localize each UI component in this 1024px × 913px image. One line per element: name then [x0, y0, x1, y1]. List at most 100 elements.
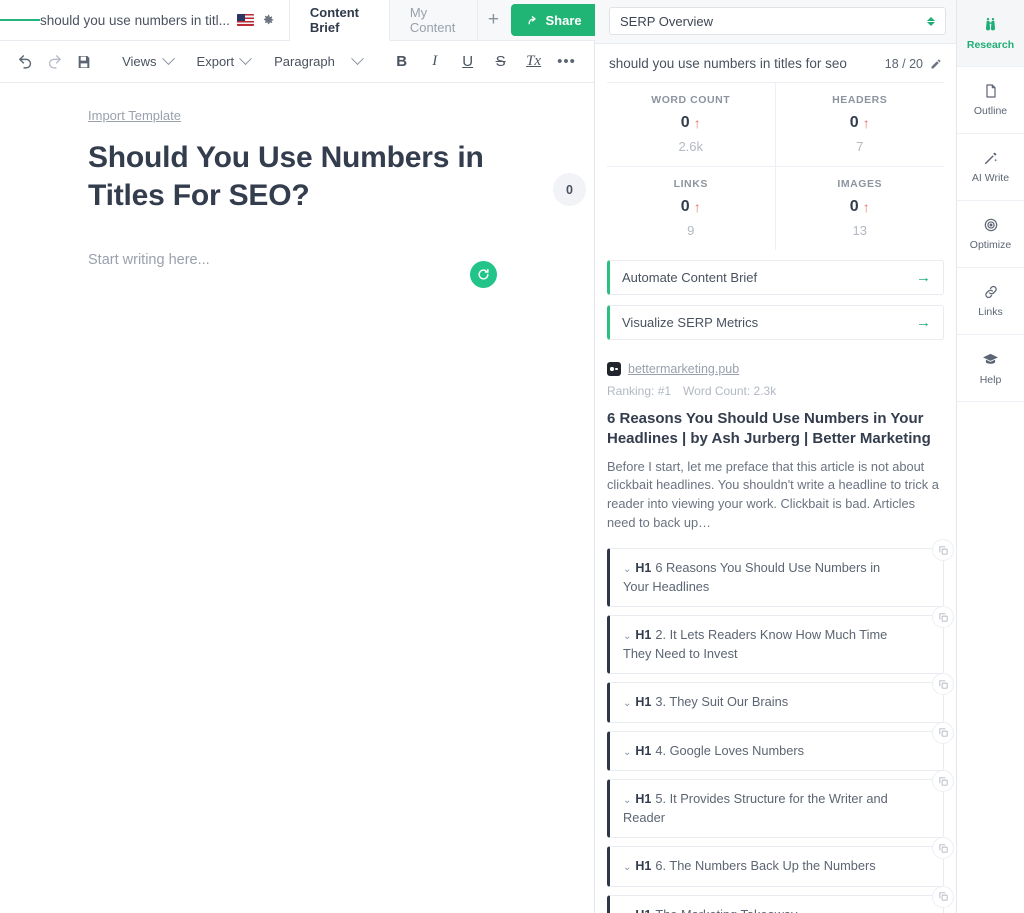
- serp-metrics-grid: WORD COUNT 0 ↑ 2.6k HEADERS 0 ↑ 7 LINKS …: [607, 82, 944, 250]
- copy-icon[interactable]: [932, 721, 954, 744]
- result-domain-row: bettermarketing.pub: [607, 362, 944, 376]
- chevron-down-icon[interactable]: ⌄: [623, 795, 631, 806]
- strikethrough-button[interactable]: S: [485, 47, 516, 77]
- heading-item[interactable]: ⌄H1The Marketing Takeaway: [607, 885, 954, 913]
- heading-text: 6 Reasons You Should Use Numbers in Your…: [623, 560, 881, 594]
- tab-content-brief[interactable]: Content Brief: [289, 0, 390, 41]
- rail-item-research[interactable]: Research: [957, 0, 1024, 67]
- panel-header: SERP Overview: [595, 0, 956, 44]
- document-title[interactable]: should you use numbers in titl...: [40, 13, 230, 28]
- heading-item[interactable]: ⌄ H1 6 Reasons You Should Use Numbers in Y…: [607, 539, 954, 608]
- result-snippet: Before I start, let me preface that this…: [607, 458, 939, 530]
- chevron-down-icon[interactable]: ⌄: [623, 698, 631, 709]
- result-meta: Ranking: #1 Word Count: 2.3k: [607, 384, 944, 398]
- us-flag-icon[interactable]: [236, 14, 254, 26]
- underline-button[interactable]: U: [452, 47, 483, 77]
- import-template-link[interactable]: Import Template: [88, 108, 181, 123]
- copy-icon[interactable]: [932, 606, 954, 629]
- rail-item-help[interactable]: Help: [957, 335, 1024, 402]
- keyword-score: 18 / 20: [884, 56, 923, 71]
- heading-text: 4. Google Loves Numbers: [655, 742, 805, 758]
- copy-icon[interactable]: [932, 837, 954, 860]
- result-word-count: Word Count: 2.3k: [683, 384, 777, 398]
- heading-text: 2. It Lets Readers Know How Much Time Th…: [623, 627, 888, 661]
- select-arrows-icon: [927, 16, 935, 26]
- action-label: Automate Content Brief: [622, 270, 758, 285]
- rail-label: Outline: [973, 105, 1008, 117]
- chevron-down-icon[interactable]: ⌄: [623, 747, 631, 758]
- heading-item[interactable]: ⌄ H1 4. Google Loves Numbers: [607, 721, 954, 772]
- views-menu[interactable]: Views: [111, 47, 183, 77]
- rail-item-optimize[interactable]: Optimize: [957, 201, 1024, 268]
- content-score-bubble[interactable]: 0: [553, 173, 586, 206]
- copy-icon[interactable]: [932, 770, 954, 793]
- undo-icon[interactable]: [12, 47, 39, 77]
- add-tab-button[interactable]: +: [478, 0, 508, 40]
- chevron-down-icon[interactable]: ⌄: [623, 564, 631, 575]
- metric-images: IMAGES 0 ↑ 13: [776, 167, 945, 250]
- metric-label: LINKS: [673, 178, 708, 190]
- metric-value: 0: [849, 114, 859, 131]
- chain-link-icon: [983, 284, 999, 300]
- italic-button[interactable]: I: [419, 47, 450, 77]
- document-icon: [983, 83, 999, 99]
- serp-view-select[interactable]: SERP Overview: [609, 7, 946, 35]
- rail-item-outline[interactable]: Outline: [957, 67, 1024, 134]
- rail-label: Research: [966, 38, 1015, 51]
- heading-item[interactable]: ⌄ H1 3. They Suit Our Brains: [607, 673, 954, 723]
- heading-text: 3. They Suit Our Brains: [655, 694, 789, 710]
- paragraph-label: Paragraph: [274, 54, 335, 69]
- copy-icon[interactable]: [932, 885, 954, 908]
- right-nav-rail: Research Outline AI Write Optimize Links…: [957, 0, 1024, 913]
- automate-content-brief-card[interactable]: Automate Content Brief →: [607, 260, 944, 295]
- metric-label: HEADERS: [832, 94, 888, 106]
- share-button[interactable]: Share: [510, 4, 598, 36]
- hamburger-menu-icon[interactable]: [0, 0, 40, 40]
- document-heading[interactable]: Should You Use Numbers in Titles For SEO…: [88, 139, 488, 216]
- rail-label: Links: [978, 306, 1003, 318]
- document-canvas[interactable]: 0 Import Template Should You Use Numbers…: [0, 83, 594, 913]
- visualize-serp-metrics-card[interactable]: Visualize SERP Metrics →: [607, 305, 944, 340]
- bold-button[interactable]: B: [386, 47, 417, 77]
- rail-label: Help: [979, 373, 1002, 386]
- heading-item[interactable]: ⌄ H1 2. It Lets Readers Know How Much Time…: [607, 606, 954, 675]
- chevron-down-icon: [351, 52, 364, 66]
- metric-value-group: 0 ↑: [780, 198, 941, 216]
- redo-icon[interactable]: [41, 47, 68, 77]
- heading-item[interactable]: ⌄ H1 5. It Provides Structure for the Writ…: [607, 770, 954, 839]
- metric-links: LINKS 0 ↑ 9: [607, 167, 776, 250]
- export-label: Export: [196, 54, 235, 69]
- graduation-cap-icon: [982, 351, 999, 368]
- regenerate-icon[interactable]: [470, 261, 497, 288]
- heading-text: The Marketing Takeaway: [655, 907, 797, 913]
- export-menu[interactable]: Export: [186, 47, 262, 77]
- action-label: Visualize SERP Metrics: [622, 315, 759, 330]
- pencil-icon[interactable]: [930, 58, 942, 70]
- editor-toolbar: Views Export Paragraph B I U S Tx •••: [0, 41, 594, 83]
- tab-my-content[interactable]: My Content: [390, 0, 479, 40]
- heading-item[interactable]: ⌄ H1 6. The Numbers Back Up the Numbers: [607, 837, 954, 887]
- result-domain-link[interactable]: bettermarketing.pub: [628, 362, 739, 376]
- rail-item-links[interactable]: Links: [957, 268, 1024, 335]
- gear-icon[interactable]: [261, 13, 275, 27]
- rail-item-ai-write[interactable]: AI Write: [957, 134, 1024, 201]
- metric-label: IMAGES: [837, 178, 883, 190]
- chevron-down-icon[interactable]: ⌄: [623, 631, 631, 642]
- metric-value: 0: [680, 114, 690, 131]
- metric-value: 0: [680, 198, 690, 215]
- metric-value-group: 0 ↑: [611, 114, 771, 132]
- copy-icon[interactable]: [932, 673, 954, 696]
- paragraph-style-menu[interactable]: Paragraph: [263, 47, 373, 77]
- clear-formatting-button[interactable]: Tx: [518, 47, 549, 77]
- metric-target: 2.6k: [678, 139, 704, 154]
- save-icon[interactable]: [71, 47, 98, 77]
- medium-favicon-icon: [607, 362, 621, 376]
- binoculars-icon: [982, 16, 999, 33]
- copy-icon[interactable]: [932, 539, 954, 562]
- title-bar: should you use numbers in titl... Conten…: [0, 0, 606, 41]
- chevron-down-icon: [161, 52, 175, 66]
- metric-headers: HEADERS 0 ↑ 7: [775, 83, 944, 167]
- more-options-button[interactable]: •••: [551, 47, 582, 77]
- chevron-down-icon[interactable]: ⌄: [623, 862, 631, 873]
- result-title[interactable]: 6 Reasons You Should Use Numbers in Your…: [607, 409, 944, 449]
